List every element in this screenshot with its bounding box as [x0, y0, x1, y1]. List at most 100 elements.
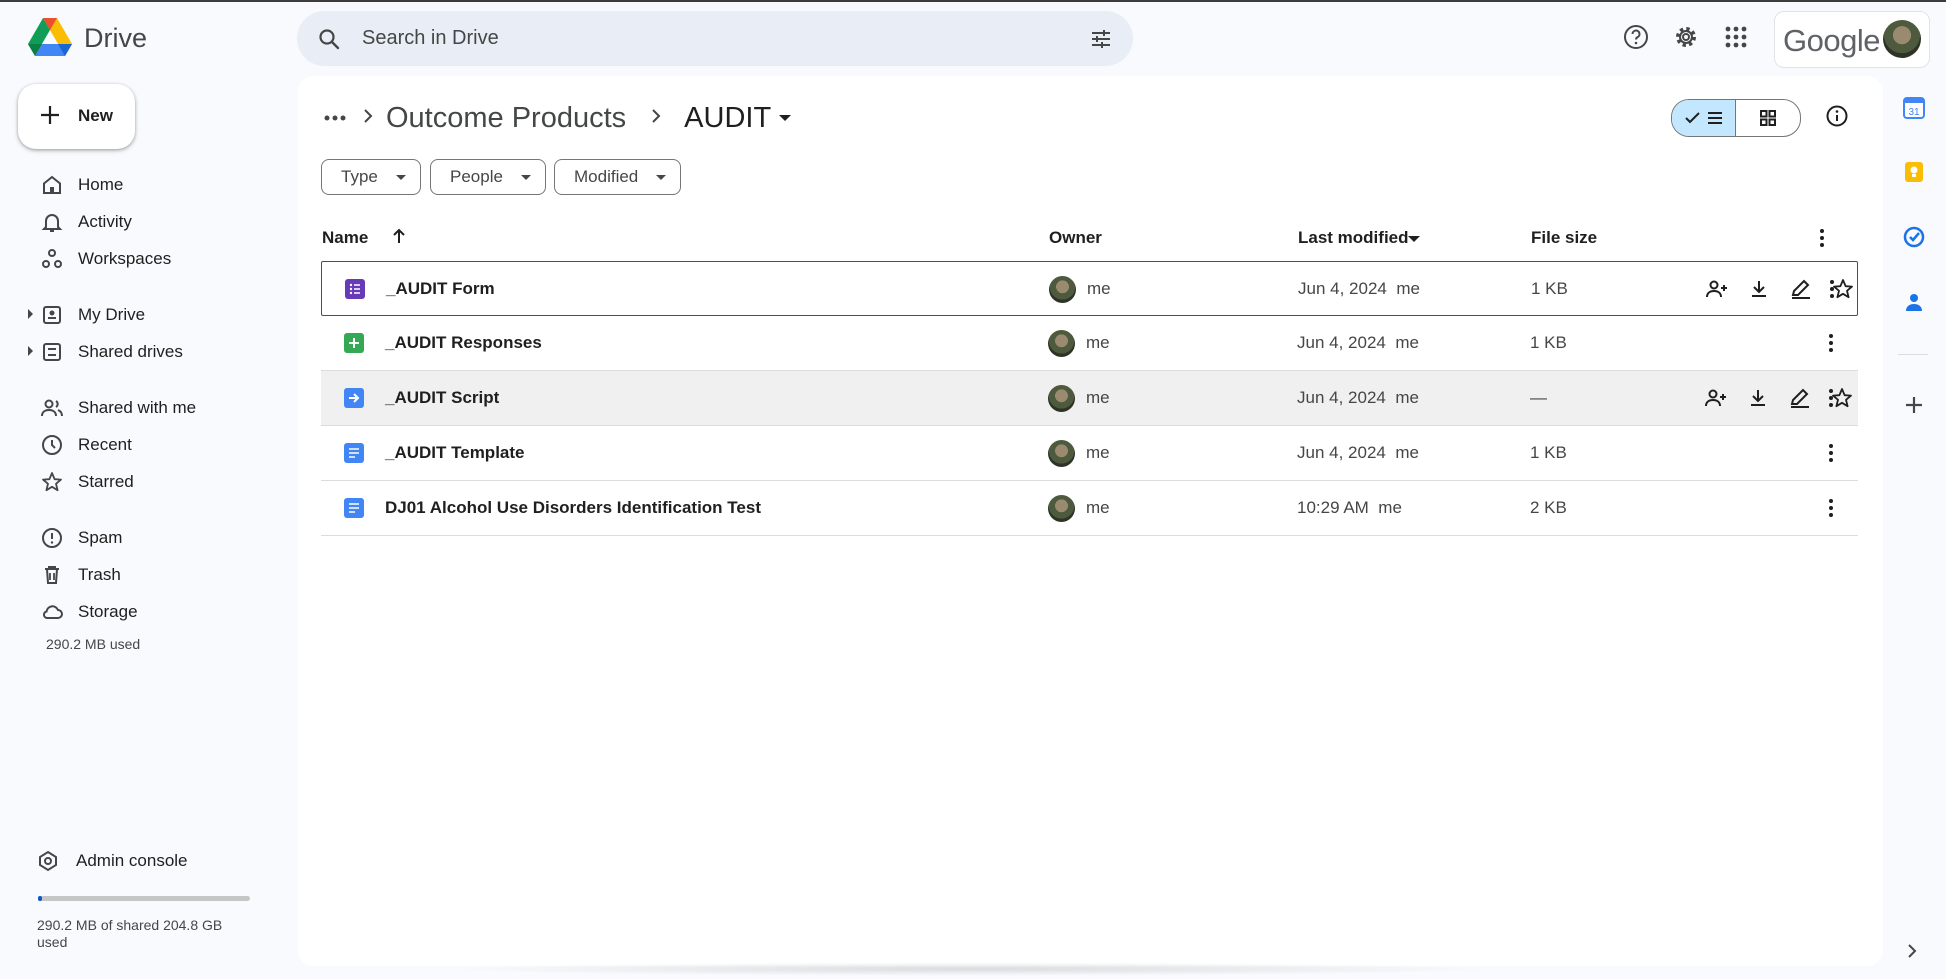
table-row[interactable]: DJ01 Alcohol Use Disorders Identificatio…	[321, 481, 1858, 536]
spam-icon	[42, 528, 62, 548]
owner-avatar	[1048, 330, 1075, 357]
bell-icon	[41, 214, 63, 232]
filter-people-chip[interactable]: People	[430, 159, 546, 195]
trash-icon	[45, 566, 59, 584]
settings-gear-icon[interactable]	[1673, 24, 1699, 55]
user-avatar[interactable]	[1883, 20, 1921, 58]
modified-by: me	[1395, 388, 1419, 407]
list-icon	[1707, 112, 1722, 124]
more-vert-icon[interactable]	[1819, 441, 1843, 470]
owner-name: me	[1086, 333, 1110, 352]
column-header-file-size[interactable]: File size	[1531, 228, 1597, 248]
table-row[interactable]: _AUDIT Template me Jun 4, 2024 me 1 KB	[321, 426, 1858, 481]
rename-pencil-icon[interactable]	[1788, 386, 1812, 410]
storage-used-summary: 290.2 MB used	[46, 636, 141, 652]
info-icon[interactable]	[1825, 104, 1849, 133]
modified-date: Jun 4, 2024 me	[1297, 333, 1419, 353]
modified-date: Jun 4, 2024 me	[1297, 443, 1419, 463]
column-header-last-modified[interactable]: Last modified	[1298, 228, 1409, 248]
drive-logo[interactable]: Drive	[28, 18, 147, 58]
search-icon[interactable]	[317, 27, 341, 56]
more-vert-icon[interactable]	[1819, 496, 1843, 525]
more-vert-icon[interactable]	[1819, 386, 1843, 415]
expand-caret-icon[interactable]	[28, 309, 33, 319]
star-icon	[42, 472, 62, 492]
breadcrumb-current[interactable]: AUDIT	[684, 102, 771, 135]
table-row[interactable]: _AUDIT Responses me Jun 4, 2024 me 1 KB	[321, 316, 1858, 371]
file-size: 2 KB	[1530, 498, 1567, 517]
calendar-icon[interactable]: 31	[1902, 96, 1926, 125]
tasks-icon[interactable]	[1902, 225, 1926, 254]
download-icon[interactable]	[1746, 386, 1770, 410]
more-vert-icon[interactable]	[1820, 277, 1844, 306]
breadcrumb-parent[interactable]: Outcome Products	[386, 102, 626, 135]
account-switcher[interactable]: Google	[1774, 11, 1930, 68]
cloud-icon	[42, 605, 63, 619]
new-button[interactable]: New	[18, 84, 135, 149]
modified-date-value: Jun 4, 2024	[1297, 388, 1386, 407]
column-header-owner[interactable]: Owner	[1049, 228, 1102, 248]
owner-name: me	[1086, 388, 1110, 407]
more-horiz-icon[interactable]	[320, 103, 350, 133]
breadcrumb: Outcome Products AUDIT	[320, 98, 792, 138]
file-name[interactable]: DJ01 Alcohol Use Disorders Identificatio…	[385, 498, 761, 518]
expand-caret-icon[interactable]	[28, 346, 33, 356]
file-name[interactable]: _AUDIT Form	[386, 279, 495, 299]
sort-arrow-up-icon[interactable]	[391, 227, 407, 250]
grid-view-button[interactable]	[1736, 100, 1800, 136]
keep-icon[interactable]	[1902, 160, 1926, 189]
search-bar[interactable]: Search in Drive	[297, 11, 1133, 66]
add-addon-plus-icon[interactable]	[1902, 393, 1926, 422]
chevron-down-icon[interactable]	[1408, 236, 1420, 242]
table-row[interactable]: _AUDIT Form me Jun 4, 2024 me 1 KB	[321, 261, 1858, 316]
search-options-icon[interactable]	[1089, 27, 1113, 56]
modified-by: me	[1396, 279, 1420, 298]
share-person-add-icon[interactable]	[1704, 386, 1728, 410]
download-icon[interactable]	[1747, 277, 1771, 301]
file-name[interactable]: _AUDIT Script	[385, 388, 499, 408]
modified-date-value: Jun 4, 2024	[1297, 443, 1386, 462]
owner-avatar	[1049, 276, 1076, 303]
more-vert-icon[interactable]	[1819, 331, 1843, 360]
sidebar-item-label: Activity	[78, 212, 132, 231]
modified-date: 10:29 AM me	[1297, 498, 1402, 518]
file-name[interactable]: _AUDIT Responses	[385, 333, 542, 353]
file-name[interactable]: _AUDIT Template	[385, 443, 525, 463]
rail-divider	[1898, 354, 1928, 355]
home-icon	[43, 175, 61, 194]
google-sheets-icon	[344, 333, 364, 353]
search-input[interactable]: Search in Drive	[362, 27, 499, 50]
sidebar-item-label: Shared drives	[78, 342, 183, 361]
clock-icon	[42, 435, 62, 455]
storage-progress-fill	[38, 896, 43, 901]
apps-script-icon	[344, 388, 364, 408]
chevron-down-icon	[395, 174, 406, 180]
share-person-add-icon[interactable]	[1705, 277, 1729, 301]
file-size: 1 KB	[1530, 443, 1567, 462]
owner-name: me	[1086, 443, 1110, 462]
workspaces-icon	[42, 249, 62, 268]
google-wordmark: Google	[1783, 23, 1880, 58]
apps-grid-icon[interactable]	[1723, 24, 1749, 55]
filter-modified-chip[interactable]: Modified	[554, 159, 682, 195]
file-size: 1 KB	[1531, 279, 1568, 298]
window-top-border	[0, 0, 1946, 2]
chevron-down-icon[interactable]	[779, 115, 792, 121]
contacts-icon[interactable]	[1902, 290, 1926, 319]
filter-type-chip[interactable]: Type	[321, 159, 421, 195]
list-view-button[interactable]	[1672, 100, 1736, 136]
admin-console-label: Admin console	[76, 851, 188, 870]
owner-name: me	[1086, 498, 1110, 517]
chevron-right-icon[interactable]	[1904, 941, 1920, 966]
rename-pencil-icon[interactable]	[1789, 277, 1813, 301]
shared-drives-icon	[43, 343, 61, 361]
drive-logo-icon	[28, 18, 72, 56]
modified-by: me	[1378, 498, 1402, 517]
more-vert-icon[interactable]	[1819, 228, 1825, 253]
table-row[interactable]: _AUDIT Script me Jun 4, 2024 me —	[321, 371, 1858, 426]
grid-icon	[1760, 110, 1776, 126]
google-docs-icon	[344, 443, 364, 463]
column-header-name[interactable]: Name	[322, 228, 368, 248]
help-icon[interactable]	[1623, 24, 1649, 55]
modified-date: Jun 4, 2024 me	[1298, 279, 1420, 299]
